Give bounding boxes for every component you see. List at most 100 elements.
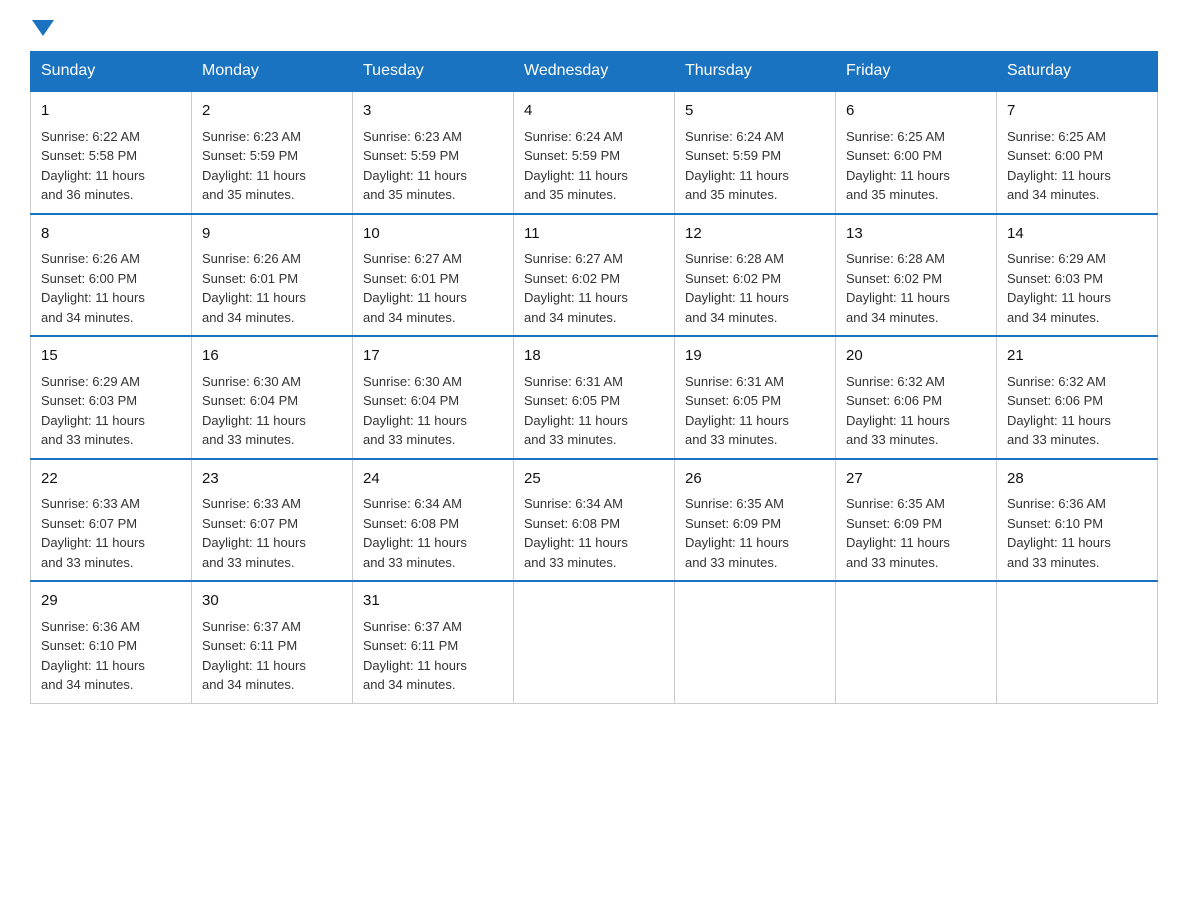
day-number: 7 — [1007, 100, 1147, 123]
day-info: Sunrise: 6:29 AMSunset: 6:03 PMDaylight:… — [41, 372, 181, 450]
day-cell-24: 24 Sunrise: 6:34 AMSunset: 6:08 PMDaylig… — [353, 459, 514, 582]
day-info: Sunrise: 6:36 AMSunset: 6:10 PMDaylight:… — [1007, 494, 1147, 572]
day-number: 8 — [41, 223, 181, 246]
day-cell-14: 14 Sunrise: 6:29 AMSunset: 6:03 PMDaylig… — [997, 214, 1158, 337]
day-info: Sunrise: 6:33 AMSunset: 6:07 PMDaylight:… — [41, 494, 181, 572]
day-number: 22 — [41, 468, 181, 491]
day-cell-3: 3 Sunrise: 6:23 AMSunset: 5:59 PMDayligh… — [353, 91, 514, 214]
day-info: Sunrise: 6:30 AMSunset: 6:04 PMDaylight:… — [363, 372, 503, 450]
weekday-header-wednesday: Wednesday — [514, 52, 675, 92]
week-row-1: 1 Sunrise: 6:22 AMSunset: 5:58 PMDayligh… — [31, 91, 1158, 214]
weekday-header-monday: Monday — [192, 52, 353, 92]
day-info: Sunrise: 6:29 AMSunset: 6:03 PMDaylight:… — [1007, 249, 1147, 327]
day-info: Sunrise: 6:28 AMSunset: 6:02 PMDaylight:… — [685, 249, 825, 327]
day-cell-6: 6 Sunrise: 6:25 AMSunset: 6:00 PMDayligh… — [836, 91, 997, 214]
day-cell-30: 30 Sunrise: 6:37 AMSunset: 6:11 PMDaylig… — [192, 581, 353, 703]
day-number: 4 — [524, 100, 664, 123]
day-info: Sunrise: 6:27 AMSunset: 6:01 PMDaylight:… — [363, 249, 503, 327]
empty-cell — [675, 581, 836, 703]
day-info: Sunrise: 6:27 AMSunset: 6:02 PMDaylight:… — [524, 249, 664, 327]
day-number: 21 — [1007, 345, 1147, 368]
day-number: 17 — [363, 345, 503, 368]
day-info: Sunrise: 6:34 AMSunset: 6:08 PMDaylight:… — [363, 494, 503, 572]
day-cell-16: 16 Sunrise: 6:30 AMSunset: 6:04 PMDaylig… — [192, 336, 353, 459]
empty-cell — [997, 581, 1158, 703]
week-row-4: 22 Sunrise: 6:33 AMSunset: 6:07 PMDaylig… — [31, 459, 1158, 582]
day-number: 19 — [685, 345, 825, 368]
day-info: Sunrise: 6:28 AMSunset: 6:02 PMDaylight:… — [846, 249, 986, 327]
day-info: Sunrise: 6:31 AMSunset: 6:05 PMDaylight:… — [685, 372, 825, 450]
day-number: 28 — [1007, 468, 1147, 491]
day-number: 25 — [524, 468, 664, 491]
day-number: 31 — [363, 590, 503, 613]
day-info: Sunrise: 6:37 AMSunset: 6:11 PMDaylight:… — [202, 617, 342, 695]
day-cell-12: 12 Sunrise: 6:28 AMSunset: 6:02 PMDaylig… — [675, 214, 836, 337]
day-cell-31: 31 Sunrise: 6:37 AMSunset: 6:11 PMDaylig… — [353, 581, 514, 703]
day-number: 10 — [363, 223, 503, 246]
week-row-5: 29 Sunrise: 6:36 AMSunset: 6:10 PMDaylig… — [31, 581, 1158, 703]
day-number: 9 — [202, 223, 342, 246]
day-number: 26 — [685, 468, 825, 491]
day-cell-22: 22 Sunrise: 6:33 AMSunset: 6:07 PMDaylig… — [31, 459, 192, 582]
day-info: Sunrise: 6:23 AMSunset: 5:59 PMDaylight:… — [363, 127, 503, 205]
day-cell-23: 23 Sunrise: 6:33 AMSunset: 6:07 PMDaylig… — [192, 459, 353, 582]
day-number: 13 — [846, 223, 986, 246]
logo-triangle-icon — [32, 20, 54, 36]
day-number: 12 — [685, 223, 825, 246]
day-info: Sunrise: 6:31 AMSunset: 6:05 PMDaylight:… — [524, 372, 664, 450]
day-cell-11: 11 Sunrise: 6:27 AMSunset: 6:02 PMDaylig… — [514, 214, 675, 337]
day-number: 14 — [1007, 223, 1147, 246]
calendar-table: SundayMondayTuesdayWednesdayThursdayFrid… — [30, 51, 1158, 704]
day-info: Sunrise: 6:30 AMSunset: 6:04 PMDaylight:… — [202, 372, 342, 450]
day-cell-18: 18 Sunrise: 6:31 AMSunset: 6:05 PMDaylig… — [514, 336, 675, 459]
weekday-header-friday: Friday — [836, 52, 997, 92]
day-info: Sunrise: 6:36 AMSunset: 6:10 PMDaylight:… — [41, 617, 181, 695]
day-number: 23 — [202, 468, 342, 491]
day-info: Sunrise: 6:23 AMSunset: 5:59 PMDaylight:… — [202, 127, 342, 205]
day-cell-9: 9 Sunrise: 6:26 AMSunset: 6:01 PMDayligh… — [192, 214, 353, 337]
day-number: 24 — [363, 468, 503, 491]
weekday-header-tuesday: Tuesday — [353, 52, 514, 92]
day-info: Sunrise: 6:24 AMSunset: 5:59 PMDaylight:… — [524, 127, 664, 205]
day-number: 6 — [846, 100, 986, 123]
day-cell-29: 29 Sunrise: 6:36 AMSunset: 6:10 PMDaylig… — [31, 581, 192, 703]
week-row-3: 15 Sunrise: 6:29 AMSunset: 6:03 PMDaylig… — [31, 336, 1158, 459]
day-info: Sunrise: 6:25 AMSunset: 6:00 PMDaylight:… — [846, 127, 986, 205]
day-info: Sunrise: 6:22 AMSunset: 5:58 PMDaylight:… — [41, 127, 181, 205]
day-number: 18 — [524, 345, 664, 368]
day-number: 11 — [524, 223, 664, 246]
day-cell-28: 28 Sunrise: 6:36 AMSunset: 6:10 PMDaylig… — [997, 459, 1158, 582]
empty-cell — [836, 581, 997, 703]
weekday-header-sunday: Sunday — [31, 52, 192, 92]
day-cell-13: 13 Sunrise: 6:28 AMSunset: 6:02 PMDaylig… — [836, 214, 997, 337]
day-number: 15 — [41, 345, 181, 368]
day-info: Sunrise: 6:32 AMSunset: 6:06 PMDaylight:… — [846, 372, 986, 450]
day-number: 20 — [846, 345, 986, 368]
weekday-header-row: SundayMondayTuesdayWednesdayThursdayFrid… — [31, 52, 1158, 92]
day-cell-21: 21 Sunrise: 6:32 AMSunset: 6:06 PMDaylig… — [997, 336, 1158, 459]
day-cell-17: 17 Sunrise: 6:30 AMSunset: 6:04 PMDaylig… — [353, 336, 514, 459]
day-number: 29 — [41, 590, 181, 613]
day-number: 30 — [202, 590, 342, 613]
day-cell-20: 20 Sunrise: 6:32 AMSunset: 6:06 PMDaylig… — [836, 336, 997, 459]
day-number: 2 — [202, 100, 342, 123]
day-number: 1 — [41, 100, 181, 123]
day-info: Sunrise: 6:37 AMSunset: 6:11 PMDaylight:… — [363, 617, 503, 695]
weekday-header-thursday: Thursday — [675, 52, 836, 92]
day-info: Sunrise: 6:24 AMSunset: 5:59 PMDaylight:… — [685, 127, 825, 205]
day-number: 16 — [202, 345, 342, 368]
day-info: Sunrise: 6:35 AMSunset: 6:09 PMDaylight:… — [846, 494, 986, 572]
day-info: Sunrise: 6:35 AMSunset: 6:09 PMDaylight:… — [685, 494, 825, 572]
day-cell-8: 8 Sunrise: 6:26 AMSunset: 6:00 PMDayligh… — [31, 214, 192, 337]
day-cell-15: 15 Sunrise: 6:29 AMSunset: 6:03 PMDaylig… — [31, 336, 192, 459]
day-info: Sunrise: 6:25 AMSunset: 6:00 PMDaylight:… — [1007, 127, 1147, 205]
day-cell-2: 2 Sunrise: 6:23 AMSunset: 5:59 PMDayligh… — [192, 91, 353, 214]
day-info: Sunrise: 6:26 AMSunset: 6:01 PMDaylight:… — [202, 249, 342, 327]
day-cell-26: 26 Sunrise: 6:35 AMSunset: 6:09 PMDaylig… — [675, 459, 836, 582]
day-info: Sunrise: 6:33 AMSunset: 6:07 PMDaylight:… — [202, 494, 342, 572]
day-cell-4: 4 Sunrise: 6:24 AMSunset: 5:59 PMDayligh… — [514, 91, 675, 214]
weekday-header-saturday: Saturday — [997, 52, 1158, 92]
logo — [30, 20, 54, 41]
day-number: 3 — [363, 100, 503, 123]
day-info: Sunrise: 6:26 AMSunset: 6:00 PMDaylight:… — [41, 249, 181, 327]
